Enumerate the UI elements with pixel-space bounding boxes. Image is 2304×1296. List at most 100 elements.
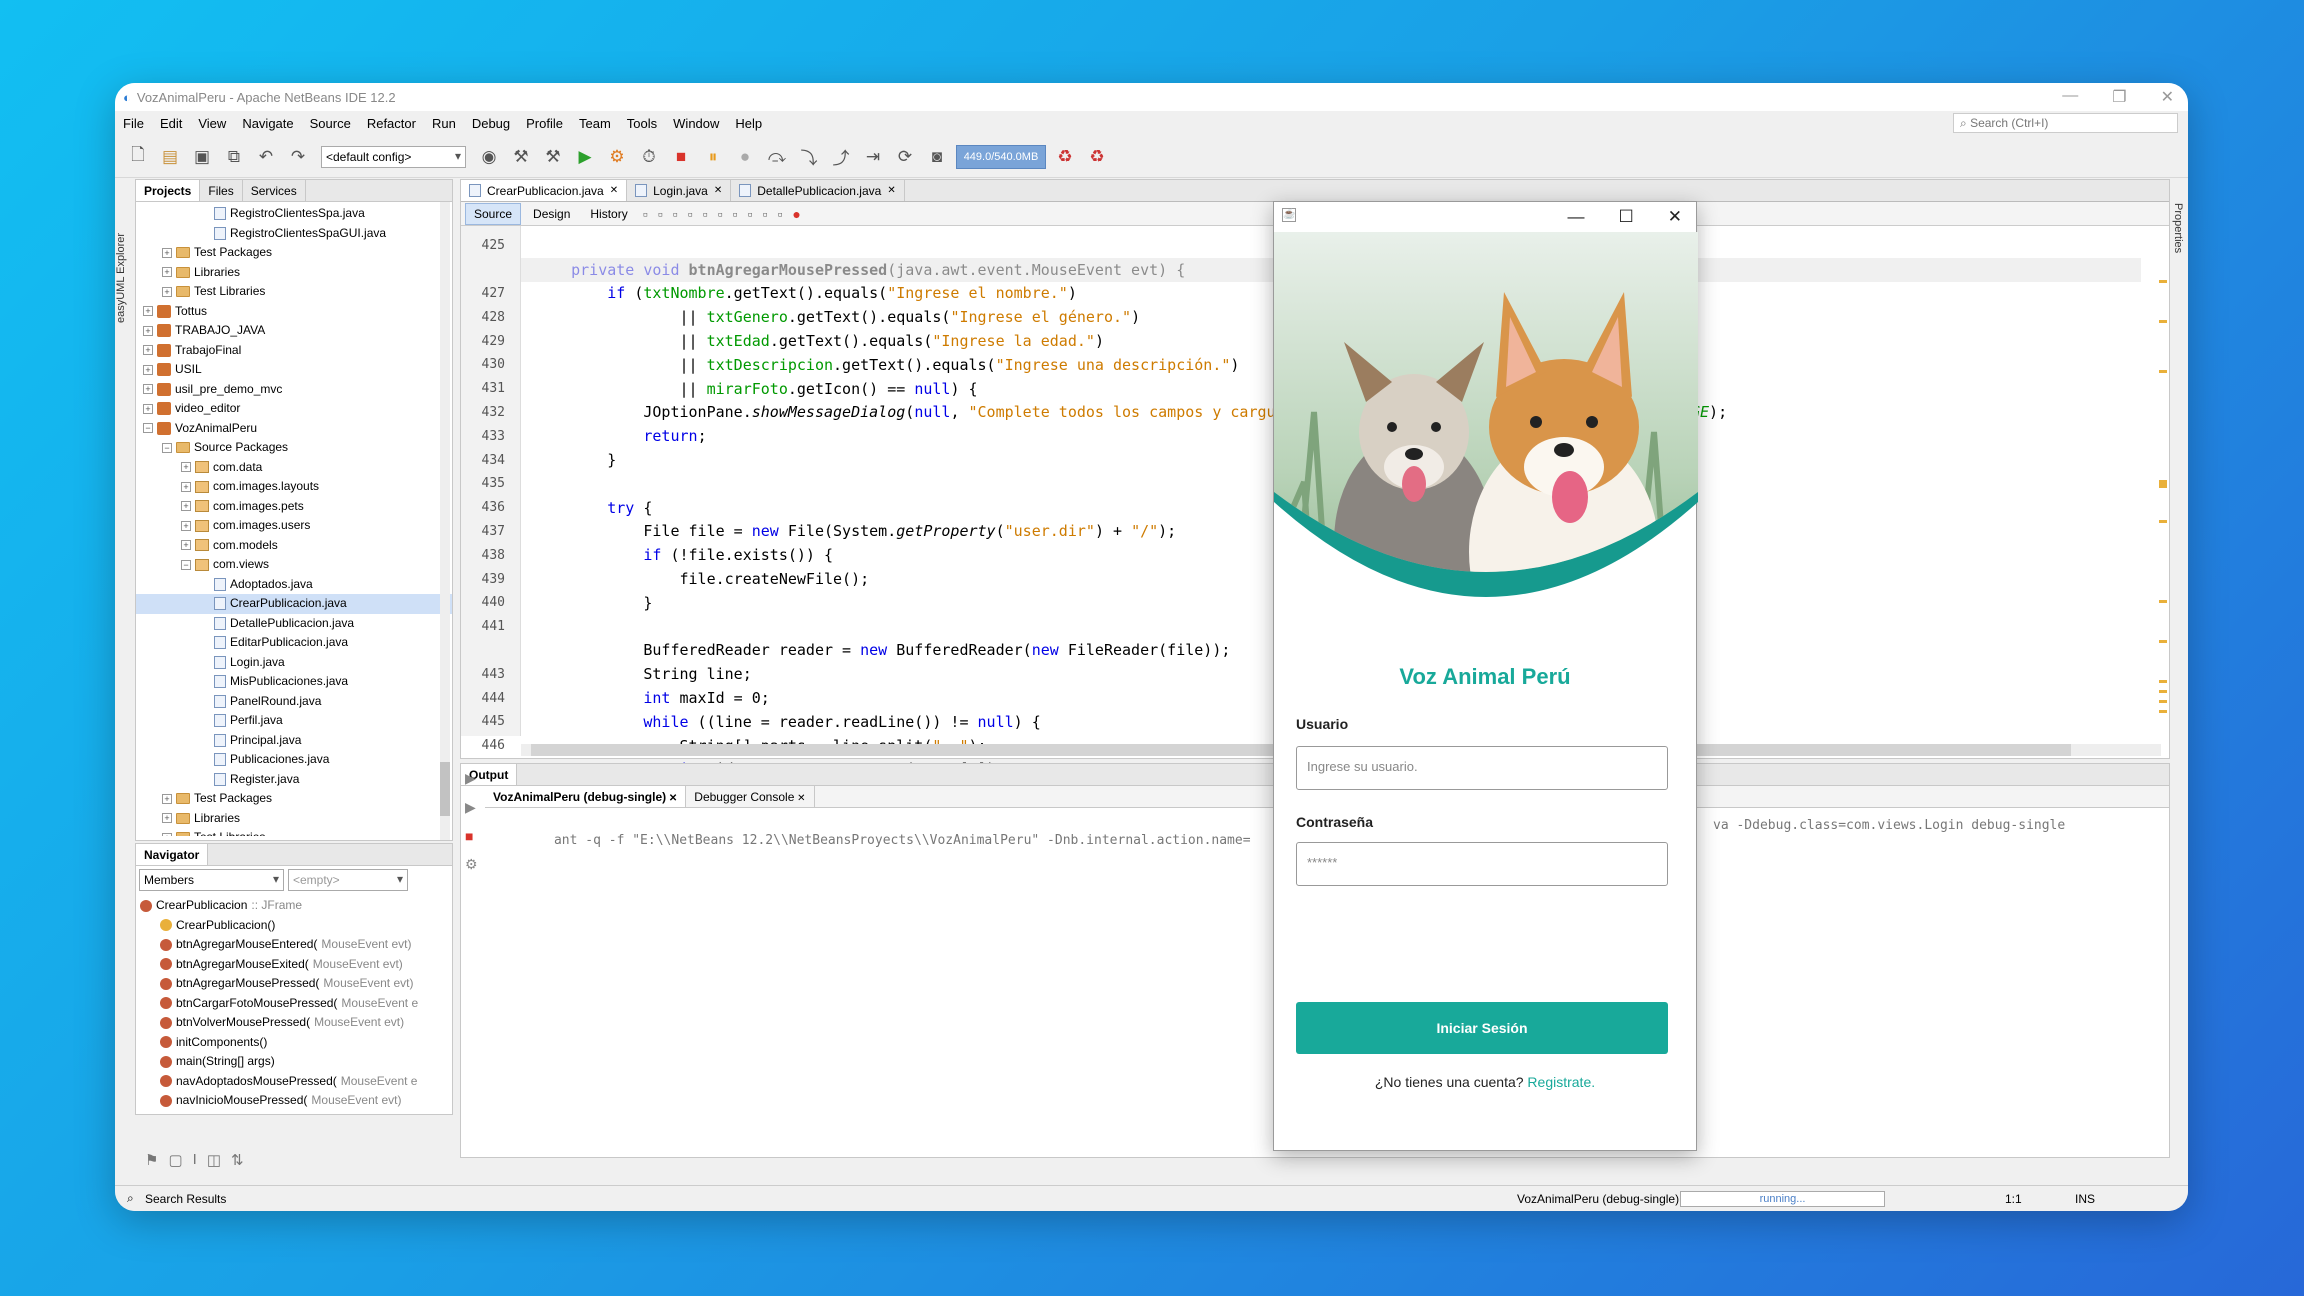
- expand-toggle-icon[interactable]: +: [143, 345, 153, 356]
- search-input[interactable]: ⌕ Search (Ctrl+I): [1953, 113, 2178, 133]
- tree-node[interactable]: DetallePublicacion.java: [136, 614, 452, 634]
- expand-toggle-icon[interactable]: −: [162, 442, 172, 453]
- tree-node[interactable]: − VozAnimalPeru: [136, 419, 452, 439]
- uncomment-icon[interactable]: ▫: [774, 206, 785, 222]
- tree-node[interactable]: + com.images.layouts: [136, 477, 452, 497]
- menu-debug[interactable]: Debug: [472, 116, 510, 131]
- redo-icon[interactable]: ↷: [285, 144, 311, 170]
- tree-node[interactable]: Adoptados.java: [136, 575, 452, 595]
- close-button[interactable]: ✕: [2161, 87, 2174, 107]
- shift-left-icon[interactable]: ▫: [730, 206, 741, 222]
- navigator-item[interactable]: CrearPublicacion :: JFrame: [136, 896, 452, 916]
- maximize-button[interactable]: ❐: [2112, 87, 2126, 107]
- tree-node[interactable]: Perfil.java: [136, 711, 452, 731]
- menu-run[interactable]: Run: [432, 116, 456, 131]
- tree-node[interactable]: CrearPublicacion.java: [136, 594, 452, 614]
- run-icon[interactable]: ▶: [572, 144, 598, 170]
- debug-icon[interactable]: ⚙: [604, 144, 630, 170]
- mode-source[interactable]: Source: [465, 202, 522, 225]
- filter-select[interactable]: <empty>: [288, 869, 408, 891]
- tab-files[interactable]: Files: [200, 180, 243, 201]
- settings-output-icon[interactable]: ⚙: [465, 856, 478, 873]
- tree-node[interactable]: Publicaciones.java: [136, 750, 452, 770]
- menu-refactor[interactable]: Refactor: [367, 116, 416, 131]
- filter-icon[interactable]: ⚑: [145, 1151, 158, 1179]
- side-strip-label[interactable]: easyUML Explorer: [115, 183, 133, 323]
- expand-toggle-icon[interactable]: +: [181, 501, 191, 512]
- expand-toggle-icon[interactable]: +: [143, 306, 153, 317]
- expand-toggle-icon[interactable]: +: [181, 481, 191, 492]
- navigator-tab[interactable]: Navigator: [136, 844, 209, 865]
- tab-services[interactable]: Services: [243, 180, 306, 201]
- navigator-item[interactable]: main(String[] args): [136, 1052, 452, 1072]
- memory-indicator[interactable]: 449.0/540.0MB: [956, 144, 1046, 169]
- inherited-icon[interactable]: ◫: [207, 1151, 221, 1179]
- clean-build-icon[interactable]: ⚒: [540, 144, 566, 170]
- apply-changes-icon[interactable]: ⟳: [892, 144, 918, 170]
- run-to-cursor-icon[interactable]: ⇥: [860, 144, 886, 170]
- search-results-icon[interactable]: ⌕: [127, 1191, 134, 1206]
- prev-occurrence-icon[interactable]: ▫: [685, 206, 696, 222]
- tree-node[interactable]: + Tottus: [136, 302, 452, 322]
- tree-node[interactable]: Principal.java: [136, 731, 452, 751]
- output-subtab[interactable]: VozAnimalPeru (debug-single) ✕: [485, 786, 687, 807]
- expand-toggle-icon[interactable]: +: [162, 832, 172, 836]
- menu-tools[interactable]: Tools: [627, 116, 657, 131]
- menu-edit[interactable]: Edit: [160, 116, 182, 131]
- continue-icon[interactable]: ●: [732, 144, 758, 170]
- expand-toggle-icon[interactable]: +: [162, 267, 172, 278]
- expand-toggle-icon[interactable]: −: [143, 423, 153, 434]
- navigator-item[interactable]: btnAgregarMouseEntered(MouseEvent evt): [136, 935, 452, 955]
- search-results-tab[interactable]: Search Results: [145, 1192, 226, 1206]
- expand-toggle-icon[interactable]: +: [162, 286, 172, 297]
- expand-toggle-icon[interactable]: +: [162, 793, 172, 804]
- tree-node[interactable]: + com.data: [136, 458, 452, 478]
- next-occurrence-icon[interactable]: ▫: [700, 206, 711, 222]
- menu-view[interactable]: View: [198, 116, 226, 131]
- login-maximize-button[interactable]: ☐: [1619, 207, 1634, 227]
- navigator-item[interactable]: initComponents(): [136, 1033, 452, 1053]
- tree-node[interactable]: + Test Packages: [136, 789, 452, 809]
- new-file-icon[interactable]: 🗋: [125, 144, 151, 170]
- tree-node[interactable]: PanelRound.java: [136, 692, 452, 712]
- register-link[interactable]: Registrate.: [1527, 1074, 1595, 1090]
- tree-node[interactable]: + TRABAJO_JAVA: [136, 321, 452, 341]
- menu-help[interactable]: Help: [735, 116, 762, 131]
- step-out-icon[interactable]: ⤴: [828, 144, 854, 170]
- navigator-item[interactable]: navMisPublicacionesMousePressed(MouseEv: [136, 1111, 452, 1115]
- close-tab-icon[interactable]: ✕: [610, 185, 618, 196]
- tree-node[interactable]: Register.java: [136, 770, 452, 790]
- find-icon[interactable]: ▫: [670, 206, 681, 222]
- close-tab-icon[interactable]: ✕: [666, 793, 677, 804]
- expand-toggle-icon[interactable]: +: [181, 462, 191, 473]
- expand-toggle-icon[interactable]: +: [181, 520, 191, 531]
- login-button[interactable]: Iniciar Sesión: [1296, 1002, 1668, 1054]
- forward-icon[interactable]: ▫: [655, 206, 666, 222]
- expand-toggle-icon[interactable]: −: [181, 559, 191, 570]
- field-icon[interactable]: ▢: [168, 1151, 182, 1179]
- navigator-item[interactable]: btnVolverMousePressed(MouseEvent evt): [136, 1013, 452, 1033]
- editor-tab[interactable]: Login.java ✕: [627, 180, 732, 201]
- stop-icon[interactable]: ■: [668, 144, 694, 170]
- undo-icon[interactable]: ↶: [253, 144, 279, 170]
- tree-node[interactable]: + Test Libraries: [136, 282, 452, 302]
- tree-node[interactable]: Login.java: [136, 653, 452, 673]
- user-input[interactable]: Ingrese su usuario.: [1296, 746, 1668, 790]
- rerun-icon[interactable]: ▶: [465, 770, 478, 787]
- minimize-button[interactable]: —: [2062, 87, 2078, 107]
- expand-toggle-icon[interactable]: +: [181, 540, 191, 551]
- expand-toggle-icon[interactable]: +: [162, 247, 172, 258]
- comment-icon[interactable]: ▫: [759, 206, 770, 222]
- menu-navigate[interactable]: Navigate: [242, 116, 293, 131]
- shift-right-icon[interactable]: ▫: [745, 206, 756, 222]
- expand-toggle-icon[interactable]: +: [162, 813, 172, 824]
- login-minimize-button[interactable]: —: [1568, 207, 1585, 227]
- tree-node[interactable]: + video_editor: [136, 399, 452, 419]
- step-into-icon[interactable]: ⤵: [796, 144, 822, 170]
- tree-node[interactable]: + TrabajoFinal: [136, 341, 452, 361]
- mode-history[interactable]: History: [582, 204, 635, 224]
- static-icon[interactable]: I: [193, 1151, 197, 1179]
- toggle-bookmark-icon[interactable]: ▫: [715, 206, 726, 222]
- profile-icon[interactable]: ⏱: [636, 144, 662, 170]
- menu-source[interactable]: Source: [310, 116, 351, 131]
